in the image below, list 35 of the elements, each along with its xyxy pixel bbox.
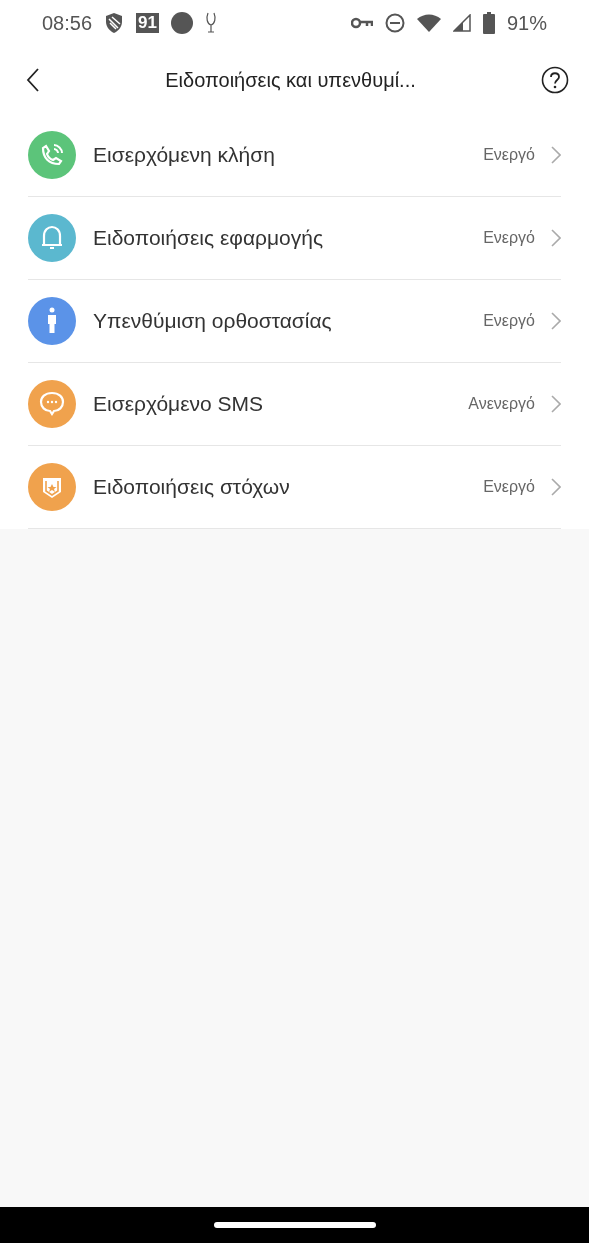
glass-icon [205,12,217,34]
chevron-right-icon [551,312,561,330]
circle-icon [171,12,193,34]
settings-row[interactable]: Υπενθύμιση ορθοστασίας Ενεργό [28,280,561,363]
row-label: Ειδοποιήσεις στόχων [93,475,291,499]
settings-row[interactable]: Ειδοποιήσεις εφαρμογής Ενεργό [28,197,561,280]
row-label: Εισερχόμενο SMS [93,392,265,416]
row-status: Ενεργό [483,478,535,496]
chevron-right-icon [551,478,561,496]
chevron-right-icon [551,146,561,164]
row-label: Εισερχόμενη κλήση [93,143,276,167]
settings-row[interactable]: Εισερχόμενο SMS Ανενεργό [28,363,561,446]
row-status: Ενεργό [483,312,535,330]
help-button[interactable] [541,66,569,94]
battery-percent: 91% [506,11,547,35]
back-button[interactable] [26,67,40,93]
signal-icon [452,14,471,32]
home-handle[interactable] [213,1222,376,1228]
wifi-icon [416,14,441,32]
calendar-badge: 91 [136,13,159,33]
row-status: Ανενεργό [468,395,535,413]
row-label: Υπενθύμιση ορθοστασίας [93,309,333,333]
row-status: Ενεργό [483,146,535,164]
do-not-disturb-icon [384,13,405,33]
chevron-right-icon [551,229,561,247]
row-status: Ενεργό [483,229,535,247]
page-title: Ειδοποιήσεις και υπενθυμί... [164,68,417,92]
row-label: Ειδοποιήσεις εφαρμογής [93,226,325,250]
battery-icon [482,12,495,34]
settings-row[interactable]: Εισερχόμενη κλήση Ενεργό [28,114,561,197]
settings-row[interactable]: Ειδοποιήσεις στόχων Ενεργό [28,446,561,529]
clock: 08:56 [42,11,93,35]
key-icon [350,17,373,29]
shield-icon [104,12,125,34]
chevron-right-icon [551,395,561,413]
